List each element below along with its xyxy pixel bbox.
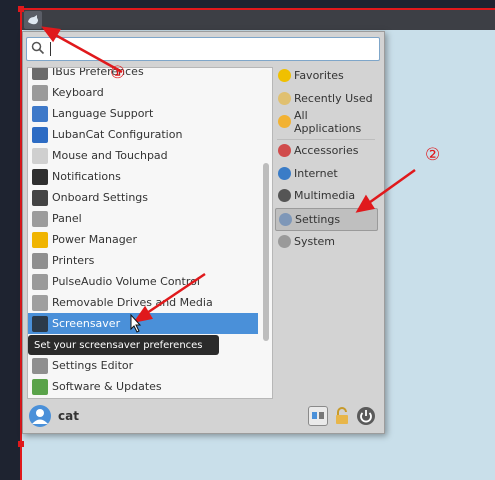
category-accessories[interactable]: Accessories xyxy=(275,140,376,161)
app-item-label: Keyboard xyxy=(52,86,104,99)
annotation-corner-dot xyxy=(18,6,24,12)
user-avatar xyxy=(29,405,51,427)
onboard-icon xyxy=(32,189,48,206)
app-item[interactable]: IBus Preferences xyxy=(28,67,258,82)
app-item-label: Onboard Settings xyxy=(52,191,149,204)
app-item[interactable]: Mouse and Touchpad xyxy=(28,145,258,166)
lubancat-icon xyxy=(32,126,48,143)
category-system[interactable]: System xyxy=(275,231,376,252)
app-item-label: Panel xyxy=(52,212,82,225)
user-name: cat xyxy=(58,409,79,423)
app-item[interactable]: Removable Drives and Media xyxy=(28,292,258,313)
app-item-label: Screensaver xyxy=(52,317,121,330)
category-label: Settings xyxy=(295,213,341,226)
power-icon xyxy=(32,231,48,248)
app-item-label: Language Support xyxy=(52,107,154,120)
audio-icon xyxy=(32,273,48,290)
software-icon xyxy=(32,378,48,395)
ibus-icon xyxy=(32,68,48,80)
category-label: Favorites xyxy=(294,69,344,82)
category-label: Accessories xyxy=(294,144,359,157)
settings-editor-icon xyxy=(32,357,48,374)
text-caret xyxy=(50,42,51,56)
mouse-icon xyxy=(32,147,48,164)
app-item[interactable]: Settings Editor xyxy=(28,355,258,376)
top-panel xyxy=(22,10,495,30)
keyboard-icon xyxy=(32,84,48,101)
annotation-frame-top xyxy=(20,8,495,10)
search-input[interactable] xyxy=(26,37,380,61)
language-icon xyxy=(32,105,48,122)
app-item-label: LubanCat Configuration xyxy=(52,128,183,141)
annotation-number-2: ② xyxy=(425,145,441,165)
app-item-label: IBus Preferences xyxy=(52,67,144,78)
drive-icon xyxy=(32,294,48,311)
app-item[interactable]: Screensaver xyxy=(28,313,258,334)
multimedia-icon xyxy=(278,189,291,202)
bottom-bar: cat xyxy=(23,400,384,433)
category-multimedia[interactable]: Multimedia xyxy=(275,185,376,206)
category-all-applications[interactable]: All Applications xyxy=(275,108,376,135)
globe-icon xyxy=(278,167,291,180)
app-item-label: PulseAudio Volume Control xyxy=(52,275,200,288)
system-icon xyxy=(278,235,291,248)
app-item-label: Printers xyxy=(52,254,95,267)
power-off-icon xyxy=(357,407,375,425)
app-item[interactable]: Panel xyxy=(28,208,258,229)
category-label: Recently Used xyxy=(294,92,373,105)
app-item[interactable]: Power Manager xyxy=(28,229,258,250)
applications-menu-button[interactable] xyxy=(24,11,42,29)
lock-icon xyxy=(336,407,348,424)
logout-button[interactable] xyxy=(356,406,376,426)
category-favorites[interactable]: Favorites xyxy=(275,65,376,86)
category-recently-used[interactable]: Recently Used xyxy=(275,88,376,109)
app-item[interactable]: Language Support xyxy=(28,103,258,124)
notifications-icon xyxy=(32,168,48,185)
app-item-label: Notifications xyxy=(52,170,121,183)
search-icon xyxy=(31,41,45,55)
category-label: System xyxy=(294,235,336,248)
scrollbar[interactable] xyxy=(263,163,269,341)
xfce-mouse-icon xyxy=(28,15,38,25)
category-label: Multimedia xyxy=(294,189,356,202)
app-item[interactable]: Onboard Settings xyxy=(28,187,258,208)
settings-icon xyxy=(279,213,292,226)
app-item[interactable]: Software & Updates xyxy=(28,376,258,397)
annotation-corner-dot xyxy=(18,441,24,447)
category-label: All Applications xyxy=(294,108,362,135)
settings-manager-button[interactable] xyxy=(308,406,328,426)
panel-icon xyxy=(32,210,48,227)
settings-manager-icon xyxy=(312,412,324,419)
category-internet[interactable]: Internet xyxy=(275,163,376,184)
app-item[interactable]: LubanCat Configuration xyxy=(28,124,258,145)
tooltip: Set your screensaver preferences xyxy=(28,335,219,355)
app-item[interactable]: Printers xyxy=(28,250,258,271)
app-item[interactable]: Keyboard xyxy=(28,82,258,103)
category-label: Internet xyxy=(294,167,338,180)
app-item-label: Settings Editor xyxy=(52,359,134,372)
category-settings[interactable]: Settings xyxy=(275,208,378,231)
user-icon xyxy=(32,409,48,424)
applications-icon xyxy=(278,115,291,128)
printer-icon xyxy=(32,252,48,269)
whisker-menu: IBus Preferences Keyboard Language Support… xyxy=(22,31,385,434)
accessories-icon xyxy=(278,144,291,157)
desktop-left-edge xyxy=(0,0,20,480)
app-item-label: Mouse and Touchpad xyxy=(52,149,168,162)
app-item[interactable]: PulseAudio Volume Control xyxy=(28,271,258,292)
app-item-label: Removable Drives and Media xyxy=(52,296,213,309)
annotation-number-1: ① xyxy=(110,63,126,83)
star-icon xyxy=(278,69,291,82)
screensaver-icon xyxy=(32,315,48,332)
clock-icon xyxy=(278,92,291,105)
app-item-label: Software & Updates xyxy=(52,380,162,393)
app-item[interactable]: Notifications xyxy=(28,166,258,187)
app-item-label: Power Manager xyxy=(52,233,137,246)
category-separator xyxy=(277,139,375,140)
lock-screen-button[interactable] xyxy=(332,406,352,426)
